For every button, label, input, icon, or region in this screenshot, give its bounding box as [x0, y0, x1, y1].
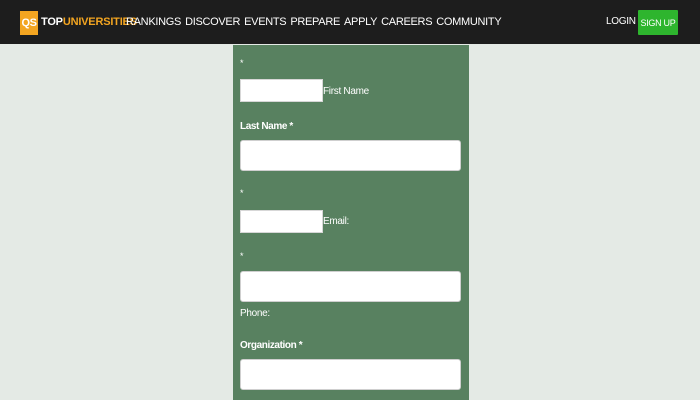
email-label: Email: [323, 216, 349, 227]
main-nav: RANKINGS DISCOVER EVENTS PREPARE APPLY C… [126, 15, 502, 29]
topuniversities-logo-text[interactable]: TOPUNIVERSITIES [41, 15, 137, 29]
last-name-input[interactable] [240, 140, 461, 171]
phone-label: Phone: [240, 308, 270, 319]
signup-button[interactable]: SIGN UP [638, 10, 678, 35]
required-marker: * [240, 188, 244, 198]
logo-top-text: TOP [41, 16, 63, 28]
organization-input[interactable] [240, 359, 461, 390]
first-name-input[interactable] [240, 79, 323, 102]
nav-item-careers[interactable]: CAREERS [381, 15, 432, 29]
nav-item-apply[interactable]: APPLY [344, 15, 377, 29]
nav-item-community[interactable]: COMMUNITY [436, 15, 501, 29]
nav-item-events[interactable]: EVENTS [244, 15, 287, 29]
top-navigation-bar: QS TOPUNIVERSITIES RANKINGS DISCOVER EVE… [0, 0, 700, 44]
nav-item-prepare[interactable]: PREPARE [290, 15, 340, 29]
first-name-label: First Name [323, 86, 369, 97]
phone-input[interactable] [240, 271, 461, 302]
required-marker: * [240, 251, 244, 261]
organization-label: Organization * [240, 340, 303, 351]
qs-logo-badge[interactable]: QS [20, 11, 38, 35]
login-link[interactable]: LOGIN [606, 15, 636, 29]
required-marker: * [240, 58, 244, 68]
last-name-label: Last Name * [240, 121, 293, 132]
email-input[interactable] [240, 210, 323, 233]
nav-item-discover[interactable]: DISCOVER [185, 15, 240, 29]
contact-form-panel: * First Name Last Name * * Email: * Phon… [233, 45, 469, 400]
nav-item-rankings[interactable]: RANKINGS [126, 15, 181, 29]
